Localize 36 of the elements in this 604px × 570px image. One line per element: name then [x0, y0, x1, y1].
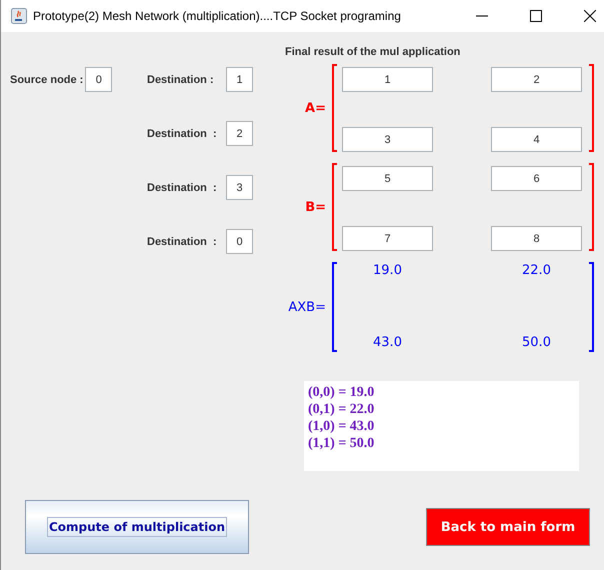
result-value: 22.0 — [521, 262, 552, 280]
destination-field[interactable]: 1 — [226, 67, 253, 92]
destination-label: Destination : — [147, 128, 218, 140]
close-icon[interactable] — [584, 10, 596, 22]
output-line: (0,0) = 19.0 — [308, 384, 376, 401]
matrix-field[interactable]: 1 — [342, 67, 433, 92]
output-line: (1,1) = 50.0 — [308, 435, 376, 452]
destination-field[interactable]: 0 — [226, 229, 253, 254]
result-value: 43.0 — [372, 334, 403, 352]
matrix-label: AXB= — [287, 300, 327, 314]
matrix-field[interactable]: 2 — [491, 67, 582, 92]
app-icon — [11, 8, 27, 24]
destination-field[interactable]: 3 — [226, 175, 253, 200]
matrix-field[interactable]: 4 — [491, 127, 582, 152]
matrix-field[interactable]: 6 — [491, 166, 582, 191]
output-line: (1,0) = 43.0 — [308, 418, 376, 435]
destination-field[interactable]: 2 — [226, 121, 253, 146]
output-line: (0,1) = 22.0 — [308, 401, 376, 418]
maximize-icon[interactable] — [530, 10, 542, 22]
matrix-field[interactable]: 5 — [342, 166, 433, 191]
matrix-field[interactable]: 3 — [342, 127, 433, 152]
result-value: 50.0 — [521, 334, 552, 352]
compute-button[interactable]: Compute of multiplication — [25, 500, 249, 554]
destination-label: Destination : — [147, 236, 218, 248]
back-button[interactable]: Back to main form — [426, 508, 590, 546]
source-node-field[interactable]: 0 — [85, 67, 112, 92]
window-title: Prototype(2) Mesh Network (multiplication)....TCP Socket programing — [33, 9, 402, 23]
result-value: 19.0 — [372, 262, 403, 280]
destination-label: Destination : — [147, 182, 218, 194]
source-node-label: Source node : — [10, 74, 84, 86]
matrix-label: B= — [304, 200, 327, 214]
matrix-label: A= — [304, 100, 327, 116]
destination-label: Destination : — [147, 74, 215, 86]
result-title: Final result of the mul application — [285, 46, 462, 60]
matrix-field[interactable]: 8 — [491, 226, 582, 251]
matrix-field[interactable]: 7 — [342, 226, 433, 251]
